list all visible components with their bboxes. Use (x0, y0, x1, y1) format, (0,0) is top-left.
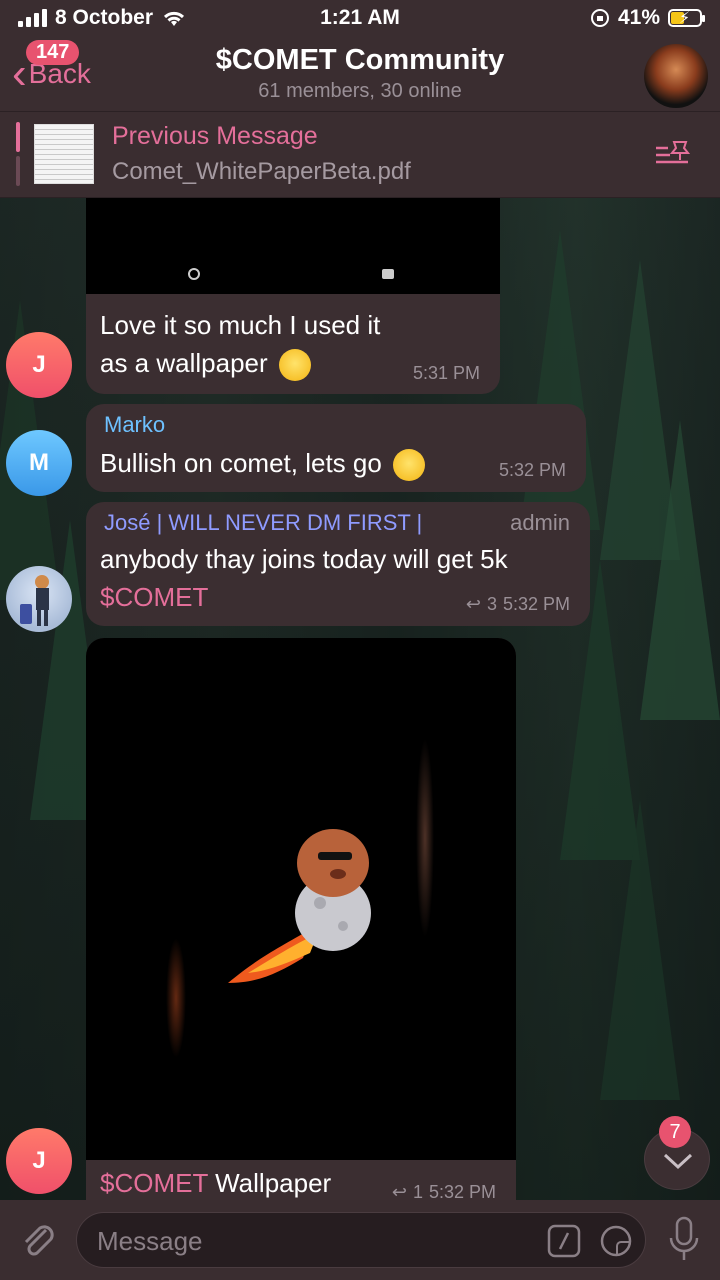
message-bubble[interactable]: José | WILL NEVER DM FIRST | admin anybo… (86, 502, 590, 626)
pin-indicator (16, 122, 20, 186)
radio-icon (188, 268, 200, 280)
pdf-thumbnail (34, 124, 94, 184)
sender-name[interactable]: Marko (104, 412, 165, 438)
wallpaper-image[interactable] (86, 638, 516, 1160)
grin-emoji-icon (393, 449, 426, 482)
message-text: Bullish on comet, lets go (100, 444, 426, 482)
microphone-icon[interactable] (668, 1216, 700, 1264)
message-bubble[interactable]: Love it so much I used it as a wallpaper… (86, 198, 500, 394)
message-time: 5:32 PM (428, 1182, 496, 1200)
message-placeholder: Message (97, 1226, 203, 1256)
right-glow (416, 738, 434, 938)
wifi-icon (163, 11, 185, 26)
clock: 1:21 AM (320, 6, 400, 29)
camera-icon (382, 269, 394, 279)
chat-title[interactable]: $COMET Community (0, 44, 720, 77)
reply-count: 1 (412, 1182, 423, 1200)
chat-header: ‹ Back 147 $COMET Community 61 members, … (0, 36, 720, 112)
reply-indicator[interactable]: ↩ 1 5:32 PM (392, 1182, 496, 1200)
left-glow (166, 938, 186, 1058)
pinned-message-bar[interactable]: Previous Message Comet_WhitePaperBeta.pd… (0, 112, 720, 198)
carrier-date: 8 October (55, 6, 154, 29)
group-avatar[interactable] (644, 44, 708, 108)
sender-name[interactable]: José | WILL NEVER DM FIRST | (104, 510, 422, 536)
input-bar: Message (0, 1200, 720, 1280)
reply-indicator[interactable]: ↩ 3 5:32 PM (466, 594, 570, 615)
attach-icon[interactable] (16, 1218, 60, 1262)
admin-tag: admin (510, 510, 570, 535)
avatar[interactable]: J (6, 332, 72, 398)
reply-icon: ↩ (391, 1182, 407, 1200)
unread-mentions-badge: 7 (659, 1116, 691, 1148)
battery-icon: ⚡ (668, 9, 705, 27)
image-preview[interactable] (86, 198, 500, 294)
message-input[interactable]: Message (76, 1212, 646, 1268)
orientation-lock-icon (590, 9, 609, 27)
message-bubble[interactable]: Marko Bullish on comet, lets go 5:32 PM (86, 404, 586, 492)
comet-mascot-icon (228, 829, 371, 983)
battery-percent: 41% (617, 6, 660, 29)
avatar[interactable] (6, 566, 72, 632)
message-time: 5:32 PM (502, 594, 570, 614)
pinned-filename: Comet_WhitePaperBeta.pdf (112, 158, 411, 185)
chat-subtitle: 61 members, 30 online (258, 80, 462, 102)
pinned-title: Previous Message (112, 122, 318, 150)
ticker-mention[interactable]: $COMET (100, 1168, 208, 1198)
status-bar: 8 October 1:21 AM 41% ⚡ (0, 0, 720, 36)
reply-icon: ↩ (465, 594, 481, 614)
message-time: 5:31 PM (412, 363, 480, 383)
avatar[interactable]: J (6, 1128, 72, 1194)
message-text: Love it so much I used it as a wallpaper (100, 306, 400, 382)
pin-list-icon[interactable] (654, 138, 694, 170)
avatar[interactable]: M (6, 430, 72, 496)
message-text: anybody thay joins today will get 5k (100, 544, 508, 574)
character-avatar-icon (20, 575, 49, 626)
message-bubble[interactable]: $COMET Wallpaper ↩ 1 5:32 PM (86, 638, 516, 1200)
ticker-mention[interactable]: $COMET (100, 578, 208, 616)
media-caption: $COMET Wallpaper (100, 1168, 332, 1198)
sticker-icon[interactable] (599, 1224, 633, 1258)
commands-icon[interactable] (547, 1224, 581, 1258)
message-time: 5:32 PM (498, 460, 566, 480)
rofl-emoji-icon (278, 349, 311, 382)
signal-icon (18, 9, 47, 27)
reply-count: 3 (486, 594, 497, 614)
